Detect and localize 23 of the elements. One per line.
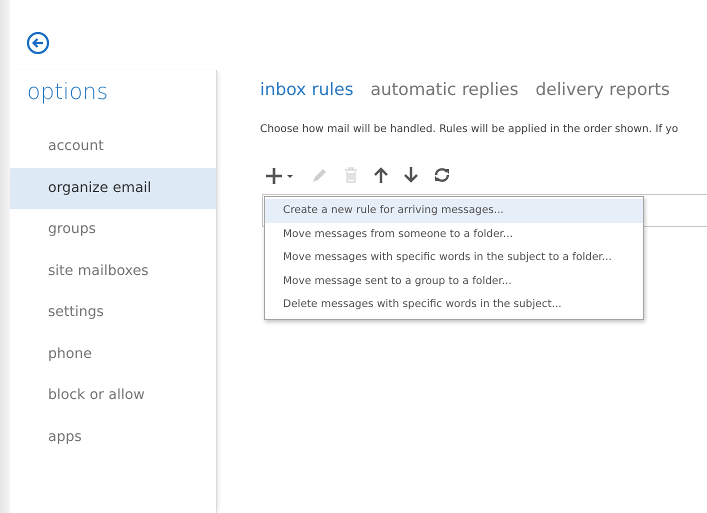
sidebar-item[interactable]: organize email <box>10 168 216 209</box>
menu-item[interactable]: Move messages from someone to a folder... <box>265 222 643 246</box>
sidebar-item[interactable]: apps <box>10 416 216 458</box>
sidebar-item[interactable]: site mailboxes <box>10 250 216 292</box>
down-arrow-icon[interactable] <box>403 166 419 185</box>
tab[interactable]: inbox rules <box>260 78 354 104</box>
sidebar-item[interactable]: phone <box>10 334 216 375</box>
sidebar-item[interactable]: account <box>10 126 216 168</box>
menu-item[interactable]: Create a new rule for arriving messages... <box>265 199 643 222</box>
sidebar-item[interactable]: settings <box>10 292 216 334</box>
sidebar-item[interactable]: block or allow <box>10 375 216 416</box>
menu-item[interactable]: Move messages with specific words in the subject to a folder... <box>265 246 643 270</box>
menu-item[interactable]: Move message sent to a group to a folder... <box>265 270 643 293</box>
add-icon[interactable] <box>265 166 295 185</box>
refresh-icon[interactable] <box>433 166 451 185</box>
up-arrow-icon[interactable] <box>373 166 389 185</box>
back-icon[interactable] <box>26 30 50 55</box>
menu-item[interactable]: Delete messages with specific words in the subject... <box>265 293 643 316</box>
options-title: options <box>26 79 110 107</box>
sidebar-item[interactable]: groups <box>10 209 216 250</box>
tab[interactable]: automatic replies <box>370 78 518 104</box>
description-text: Choose how mail will be handled. Rules will be applied in the order shown. If yo <box>260 122 680 136</box>
tab[interactable]: delivery reports <box>535 78 670 104</box>
